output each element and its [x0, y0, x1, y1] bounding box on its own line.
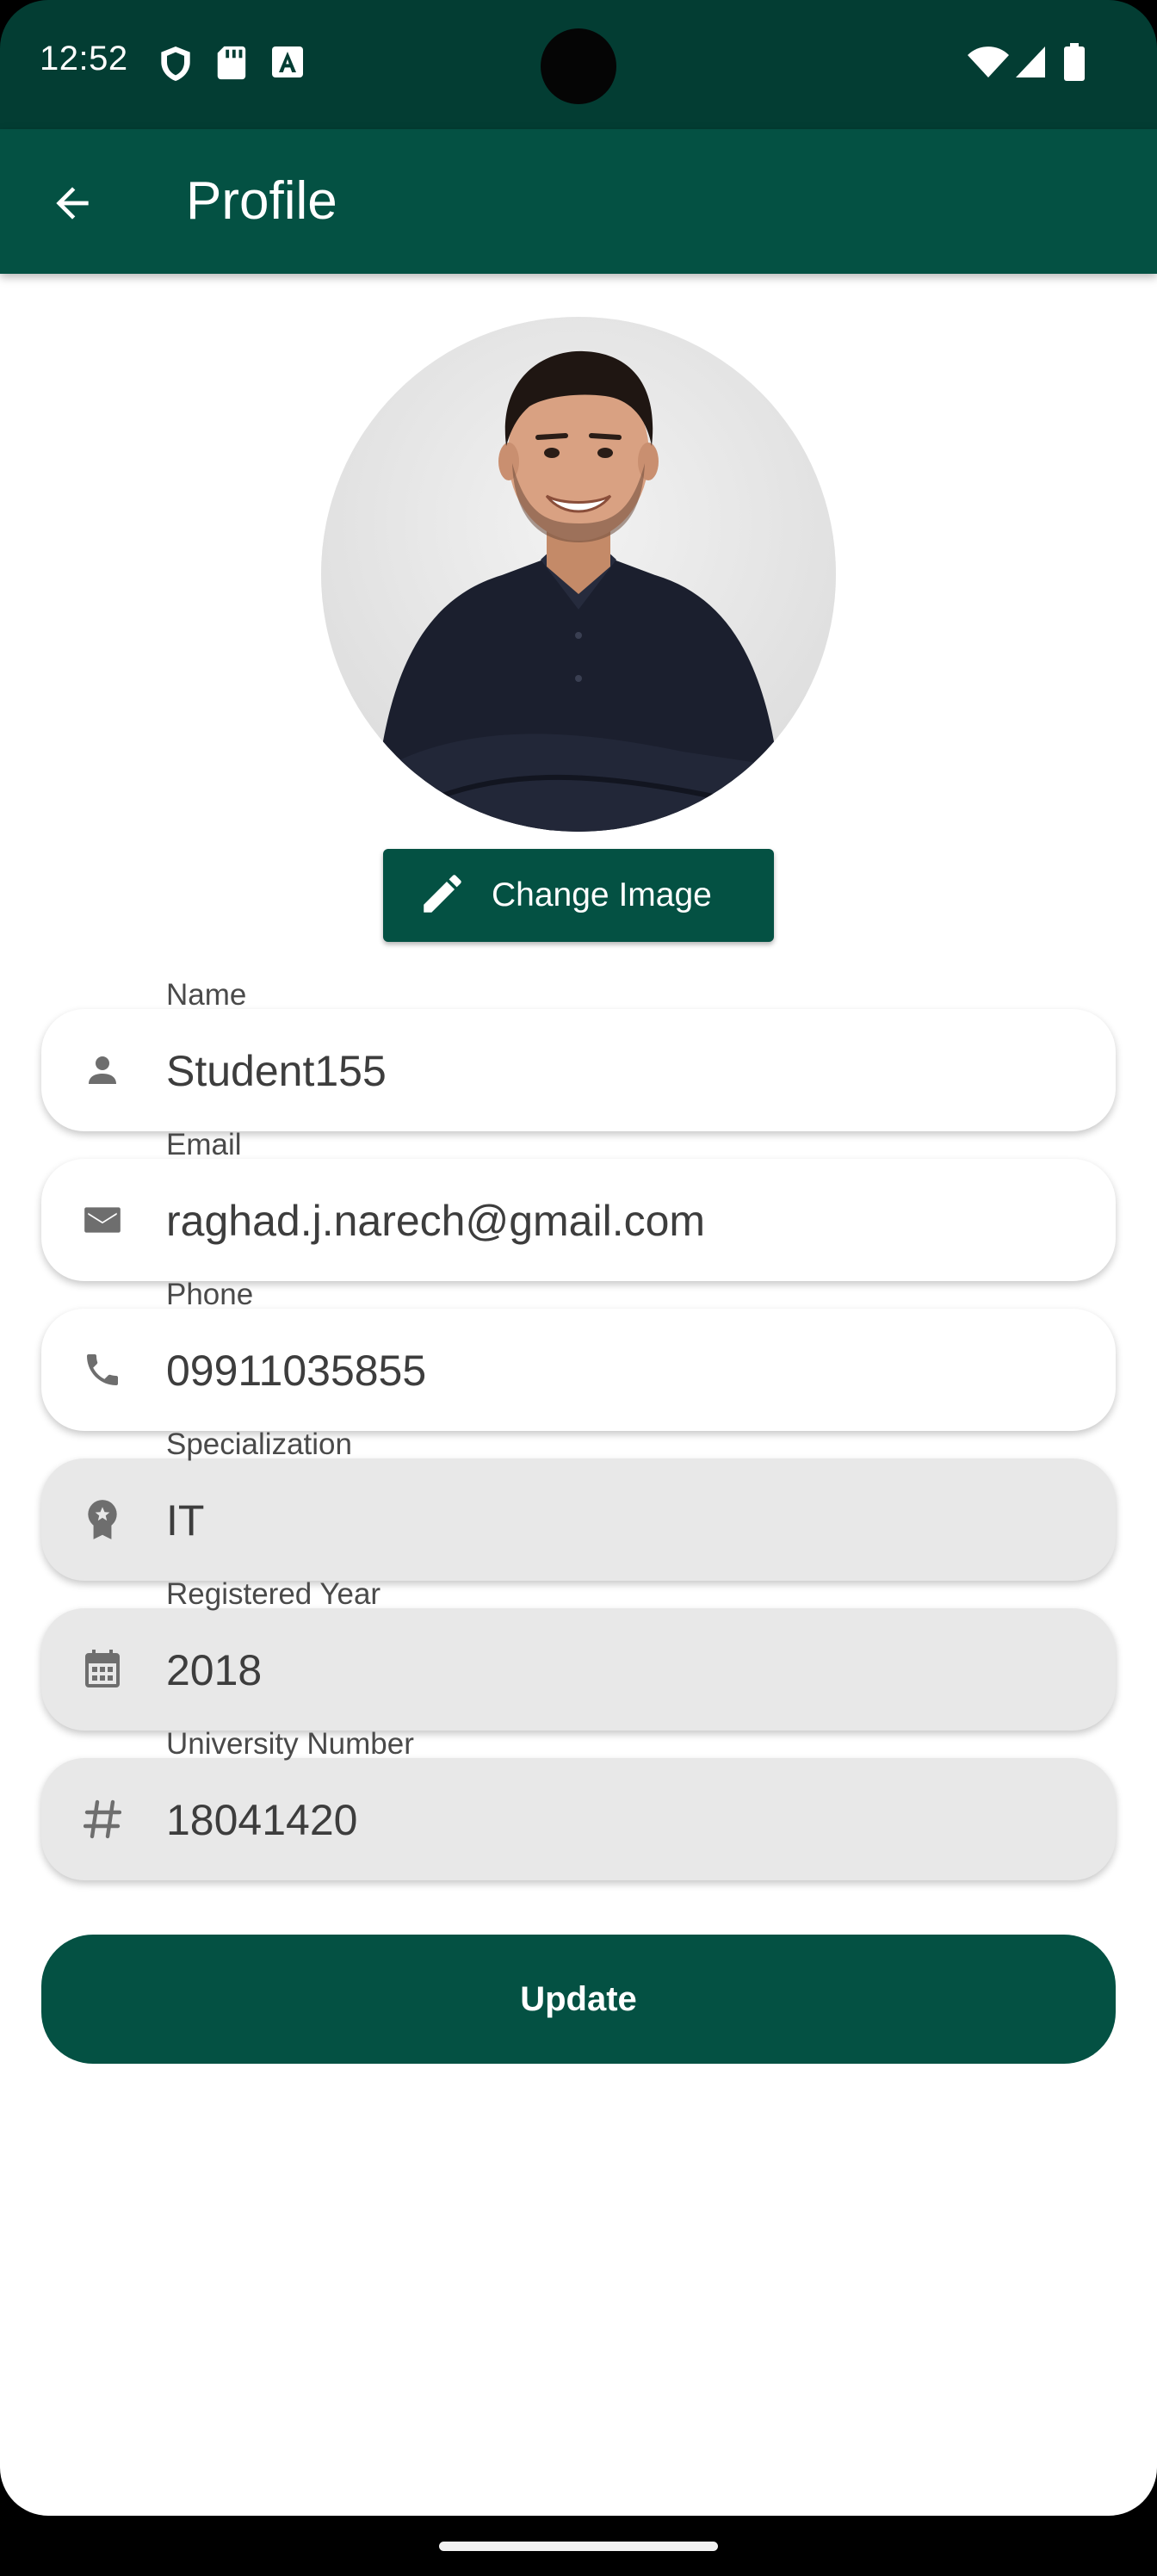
- shield-icon: [158, 45, 193, 87]
- registered-year-value: 2018: [166, 1646, 263, 1694]
- status-time: 12:52: [40, 40, 128, 77]
- phone-icon: [81, 1348, 124, 1391]
- a-box-icon: [270, 45, 305, 84]
- person-icon: [81, 1049, 124, 1092]
- email-field[interactable]: Email raghad.j.narech@gmail.com: [41, 1128, 1116, 1281]
- field-label-registered-year: Registered Year: [166, 1577, 381, 1611]
- calendar-icon: [81, 1648, 124, 1691]
- registered-year-field: Registered Year 2018: [41, 1577, 1116, 1731]
- mail-icon: [81, 1198, 124, 1242]
- back-button[interactable]: [34, 167, 110, 243]
- email-value: raghad.j.narech@gmail.com: [166, 1197, 706, 1245]
- badge-icon: [81, 1498, 124, 1541]
- sd-card-icon: [215, 45, 246, 85]
- profile-content: Change Image Name Student155 Email ragha…: [0, 274, 1157, 2516]
- university-number-value: 18041420: [166, 1796, 358, 1844]
- page-title: Profile: [186, 171, 337, 231]
- update-button[interactable]: Update: [41, 1935, 1116, 2064]
- pencil-icon: [418, 869, 467, 923]
- status-bar: 12:52: [0, 0, 1157, 129]
- field-label-specialization: Specialization: [166, 1427, 352, 1461]
- name-value: Student155: [166, 1047, 387, 1095]
- specialization-field: Specialization IT: [41, 1427, 1116, 1581]
- signal-icon: [1014, 45, 1047, 84]
- update-label: Update: [520, 1979, 637, 2018]
- profile-avatar: [321, 317, 836, 832]
- field-label-phone: Phone: [166, 1278, 254, 1311]
- name-field[interactable]: Name Student155: [41, 978, 1116, 1131]
- hash-icon: [81, 1798, 124, 1841]
- arrow-left-icon: [48, 179, 96, 232]
- app-bar: Profile: [0, 129, 1157, 274]
- profile-photo: [321, 317, 836, 832]
- field-label-university-number: University Number: [166, 1727, 414, 1761]
- phone-value: 09911035855: [166, 1347, 427, 1395]
- university-number-field: University Number 18041420: [41, 1727, 1116, 1880]
- field-label-name: Name: [166, 978, 247, 1012]
- specialization-value: IT: [166, 1496, 205, 1545]
- camera-cutout: [541, 28, 616, 104]
- wifi-icon: [968, 46, 1009, 84]
- change-image-label: Change Image: [492, 876, 712, 913]
- change-image-button[interactable]: Change Image: [383, 849, 774, 942]
- battery-icon: [1064, 43, 1085, 85]
- gesture-nav-handle[interactable]: [439, 2542, 718, 2551]
- phone-field[interactable]: Phone 09911035855: [41, 1278, 1116, 1431]
- field-label-email: Email: [166, 1128, 242, 1161]
